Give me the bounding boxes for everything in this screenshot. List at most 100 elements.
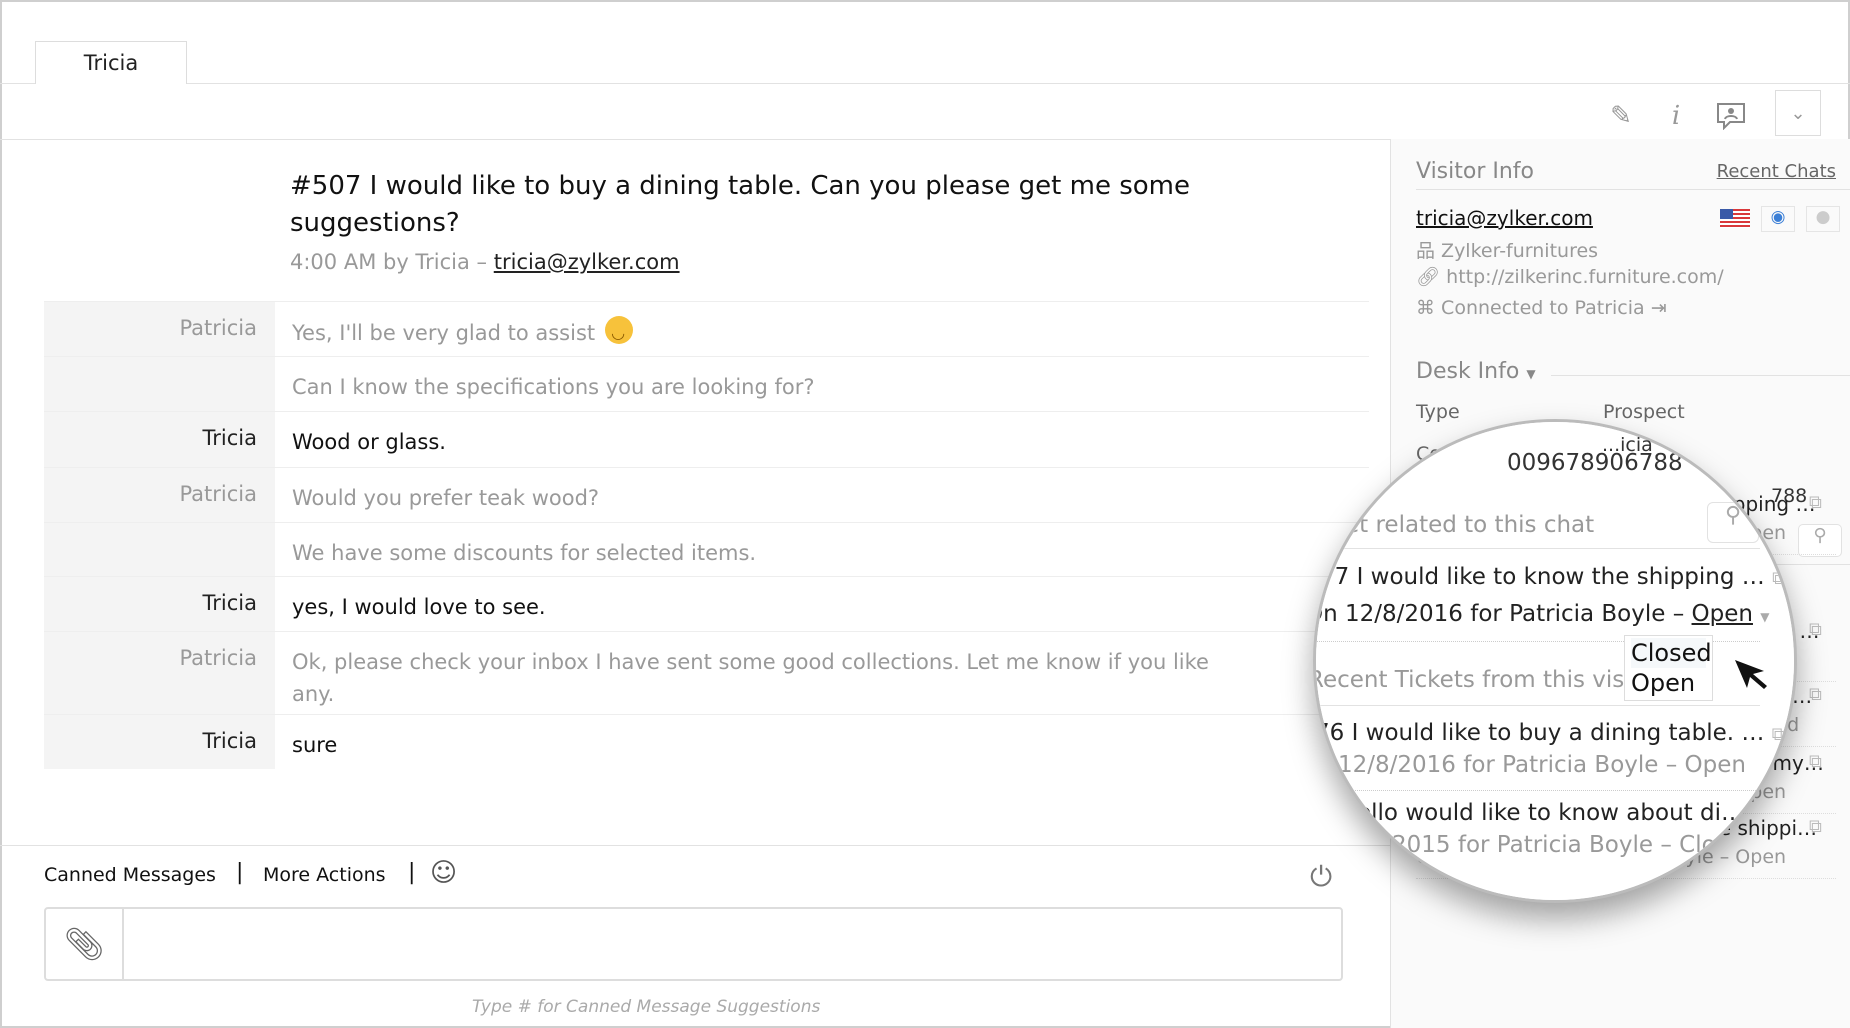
power-icon[interactable]: ⏻	[1310, 860, 1332, 894]
more-actions-button[interactable]: More Actions	[263, 864, 386, 886]
external-link-icon[interactable]: ⧉	[1809, 619, 1822, 640]
us-flag-icon	[1720, 209, 1750, 228]
message-text: We have some discounts for selected item…	[275, 523, 1369, 576]
divider	[0, 83, 1850, 84]
mag-ticket-title-text[interactable]: 77 I would like to know the shipping …	[1320, 564, 1765, 590]
divider	[1316, 548, 1760, 549]
mag-ticket-title[interactable]: 77 I would like to know the shipping … ⧉	[1320, 564, 1785, 590]
mag-ticket-meta: On 12/8/2016 for Patricia Boyle – Open ▼	[1305, 601, 1770, 627]
message-row: Patricia Would you prefer teak wood?	[44, 467, 1369, 522]
recent-chats-link[interactable]: Recent Chats	[1717, 161, 1836, 182]
smiley-emoji-icon	[605, 316, 634, 349]
divider	[1416, 189, 1850, 190]
external-link-icon[interactable]: ⧉	[1809, 751, 1822, 772]
chat-comment-icon[interactable]	[1711, 96, 1751, 136]
mag-ticket2-meta: 12/8/2016 for Patricia Boyle – Open	[1338, 752, 1746, 778]
chat-title: #507 I would like to buy a dining table.…	[290, 171, 1190, 238]
mag-ticket3-title[interactable]: ello would like to know about di…	[1357, 800, 1744, 826]
external-link-icon[interactable]: ⧉	[1809, 492, 1822, 513]
separator: |	[236, 860, 244, 885]
link-icon: 🔗︎	[1416, 266, 1447, 288]
message-sender: Patricia	[44, 632, 275, 714]
status-dropdown-menu: Closed Open	[1624, 635, 1713, 701]
company-name: Zylker-furnitures	[1441, 240, 1599, 262]
emoji-icon[interactable]: ☺	[430, 858, 457, 888]
type-value: Prospect	[1603, 401, 1685, 423]
chat-meta-text: 4:00 AM by Tricia –	[290, 250, 494, 274]
chevron-down-icon[interactable]: ⌄	[1775, 90, 1821, 136]
info-icon[interactable]: i	[1656, 96, 1696, 136]
message-sender: Patricia	[44, 468, 275, 522]
message-input[interactable]	[124, 909, 1341, 979]
caret-down-icon: ▼	[1526, 367, 1536, 381]
divider	[1316, 790, 1760, 791]
website: 🔗︎ http://zilkerinc.furniture.com/	[1416, 265, 1724, 288]
message-body: Would you prefer teak wood?	[292, 486, 600, 510]
desk-info-dropdown[interactable]: Desk Info ▼	[1416, 359, 1536, 384]
option-closed[interactable]: Closed	[1631, 638, 1712, 668]
message-body: We have some discounts for selected item…	[292, 541, 757, 565]
edit-icon[interactable]: ✎	[1601, 96, 1641, 136]
message-composer: 📎︎	[44, 907, 1343, 981]
desk-info-heading: Desk Info	[1416, 359, 1520, 384]
message-row: Tricia yes, I would love to see.	[44, 576, 1369, 631]
transfer-icon[interactable]: ⇥	[1645, 297, 1667, 319]
message-sender: Tricia	[44, 577, 275, 631]
safari-browser-icon: ◉	[1761, 206, 1795, 232]
org-icon: 品	[1416, 240, 1442, 262]
message-body: Ok, please check your inbox I have sent …	[292, 650, 1209, 706]
message-body: Wood or glass.	[292, 430, 446, 454]
mag-ticket-meta-text: On 12/8/2016 for Patricia Boyle –	[1305, 601, 1692, 627]
message-text: Yes, I'll be very glad to assist	[275, 302, 1369, 356]
message-text: sure	[275, 715, 1369, 769]
connected-text: Connected to Patricia	[1441, 297, 1645, 319]
binoculars-icon: ⌘	[1416, 297, 1442, 319]
message-body: sure	[292, 733, 338, 757]
apple-os-icon: ●	[1806, 206, 1840, 232]
message-sender	[44, 523, 275, 576]
canned-messages-button[interactable]: Canned Messages	[44, 864, 216, 886]
message-text: Ok, please check your inbox I have sent …	[275, 632, 1369, 714]
message-row: Patricia Yes, I'll be very glad to assis…	[44, 301, 1369, 356]
message-text: Would you prefer teak wood?	[275, 468, 1369, 522]
mag-recent-heading: Recent Tickets from this visi	[1308, 667, 1631, 693]
message-row: We have some discounts for selected item…	[44, 522, 1369, 576]
message-sender	[44, 357, 275, 411]
message-row: Patricia Ok, please check your inbox I h…	[44, 631, 1369, 714]
message-sender: Patricia	[44, 302, 275, 356]
separator: |	[408, 860, 416, 885]
contact-value: ...icia	[1602, 434, 1653, 456]
message-body: Can I know the specifications you are lo…	[292, 375, 815, 399]
message-row: Tricia Wood or glass.	[44, 411, 1369, 467]
divider	[0, 845, 1390, 846]
external-link-icon[interactable]: ⧉	[1809, 816, 1822, 837]
message-text: Can I know the specifications you are lo…	[275, 357, 1369, 411]
mag-phone: 009678906788	[1507, 450, 1683, 476]
message-sender: Tricia	[44, 715, 275, 769]
connected-status: ⌘ Connected to Patricia ⇥	[1416, 297, 1667, 319]
message-row: Tricia sure	[44, 714, 1369, 769]
magnifier-lens	[1313, 419, 1797, 903]
mag-ticket2-title[interactable]: 76 I would like to buy a dining table. ……	[1316, 720, 1785, 746]
mag-related-heading: et related to this chat	[1345, 512, 1595, 538]
message-text: yes, I would love to see.	[275, 577, 1369, 631]
message-sender: Tricia	[44, 412, 275, 467]
visitor-email[interactable]: tricia@zylker.com	[1416, 206, 1593, 230]
website-url[interactable]: http://zilkerinc.furniture.com/	[1446, 266, 1724, 288]
option-open[interactable]: Open	[1631, 668, 1706, 698]
status-dropdown[interactable]: Open	[1692, 601, 1753, 627]
caret-down-icon[interactable]: ▼	[1760, 610, 1769, 624]
search-icon[interactable]: ⚲	[1798, 524, 1842, 557]
composer-hint: Type # for Canned Message Suggestions	[472, 997, 821, 1017]
message-text: Wood or glass.	[275, 412, 1369, 467]
tab-tricia[interactable]: Tricia	[35, 41, 187, 84]
attachment-icon[interactable]: 📎︎	[46, 909, 124, 979]
company: 品 Zylker-furnitures	[1416, 236, 1598, 263]
visitor-email-link[interactable]: tricia@zylker.com	[494, 250, 680, 274]
message-body: Yes, I'll be very glad to assist	[292, 321, 596, 345]
chat-meta: 4:00 AM by Tricia – tricia@zylker.com	[290, 250, 680, 274]
divider	[1316, 705, 1760, 706]
external-link-icon[interactable]: ⧉	[1809, 684, 1822, 705]
visitor-info-heading: Visitor Info	[1416, 159, 1535, 184]
mag-ticket2-title-text[interactable]: 76 I would like to buy a dining table. …	[1316, 720, 1764, 746]
